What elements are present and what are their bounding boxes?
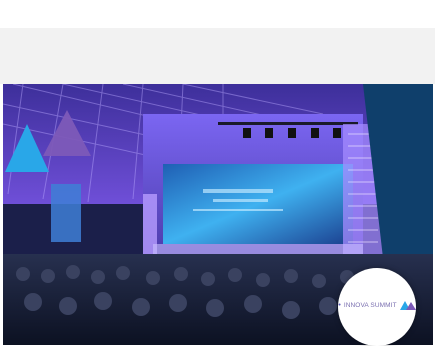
top-bar (0, 0, 435, 28)
light-truss (218, 122, 358, 125)
summit-badge: • INNOVA SUMMIT (338, 268, 416, 346)
summit-logo-icon (399, 301, 416, 310)
side-screen (51, 184, 81, 242)
badge-dot-icon: • (338, 301, 341, 309)
header-band (0, 28, 435, 84)
main-screen (163, 164, 353, 244)
badge-text: INNOVA SUMMIT (343, 301, 397, 309)
